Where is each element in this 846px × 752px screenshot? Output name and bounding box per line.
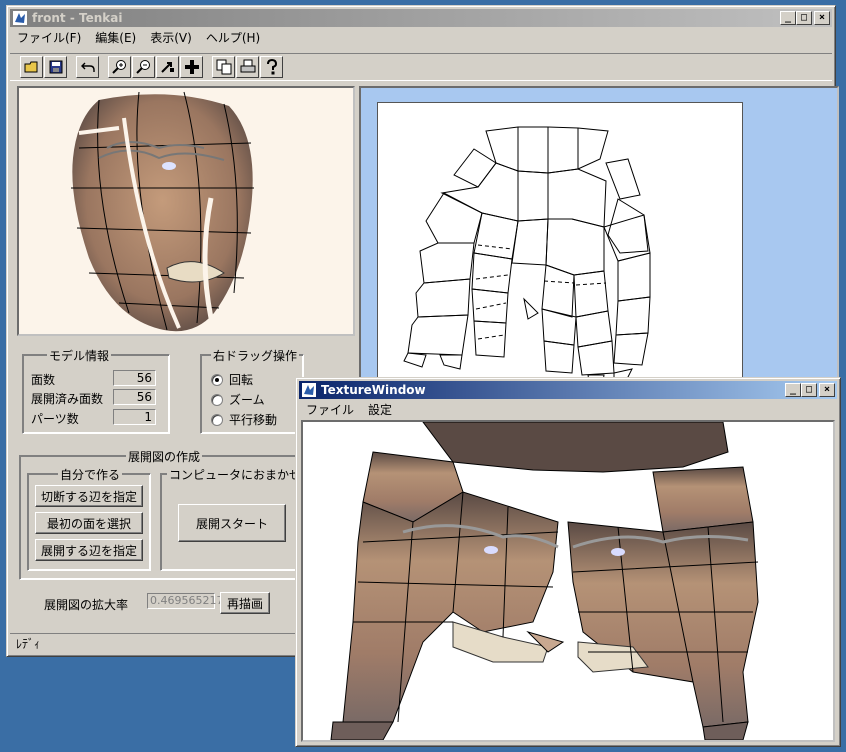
face-count-label: 面数 xyxy=(31,373,56,387)
unfold-pattern xyxy=(403,126,651,390)
part-count-value: 1 xyxy=(113,409,156,425)
minimize-button[interactable]: _ xyxy=(780,11,796,25)
texture-menubar: ファイル 設定 xyxy=(299,400,837,418)
texture-menu-settings[interactable]: 設定 xyxy=(361,401,399,418)
copy-icon[interactable] xyxy=(212,56,235,78)
cut-edge-button[interactable]: 切断する辺を指定 xyxy=(35,485,143,507)
radio-pan-dot[interactable] xyxy=(211,413,223,426)
unfold-2d-view[interactable] xyxy=(359,86,839,396)
texture-app-icon xyxy=(302,383,316,397)
menu-help[interactable]: ヘルプ(H) xyxy=(199,29,267,46)
part-count-label: パーツ数 xyxy=(31,412,79,426)
texture-window: TextureWindow _ □ × ファイル 設定 xyxy=(295,377,841,747)
radio-pan-label: 平行移動 xyxy=(229,413,278,427)
unfold-group-label: 展開図の作成 xyxy=(126,448,203,465)
menu-file[interactable]: ファイル(F) xyxy=(10,29,88,46)
face-count-value: 56 xyxy=(113,370,156,386)
texture-canvas[interactable] xyxy=(301,420,835,742)
radio-rotate-dot[interactable] xyxy=(211,373,223,386)
undo-icon[interactable] xyxy=(76,56,99,78)
radio-rotate[interactable]: 回転 xyxy=(211,371,253,388)
radio-zoom-dot[interactable] xyxy=(211,393,223,406)
texture-maximize-button[interactable]: □ xyxy=(801,383,817,397)
zoom-in-icon[interactable] xyxy=(108,56,131,78)
move-icon[interactable] xyxy=(156,56,179,78)
save-icon[interactable] xyxy=(44,56,67,78)
texture-window-title: TextureWindow xyxy=(321,383,426,397)
head-model xyxy=(71,91,254,332)
unfold-paper xyxy=(377,102,743,394)
help-icon[interactable] xyxy=(260,56,283,78)
open-icon[interactable] xyxy=(20,56,43,78)
status-text: ﾚﾃﾞｨ xyxy=(16,637,41,651)
texture-close-button[interactable]: × xyxy=(819,383,835,397)
redraw-button[interactable]: 再描画 xyxy=(220,592,270,614)
radio-rotate-label: 回転 xyxy=(229,373,254,387)
app-icon xyxy=(13,11,27,25)
main-titlebar[interactable]: front - Tenkai _ □ × xyxy=(10,9,832,27)
unfold-edge-button[interactable]: 展開する辺を指定 xyxy=(35,539,143,561)
menu-edit[interactable]: 編集(E) xyxy=(88,29,143,46)
close-button[interactable]: × xyxy=(814,11,830,25)
right-drag-label: 右ドラッグ操作 xyxy=(211,347,300,364)
radio-pan[interactable]: 平行移動 xyxy=(211,411,277,428)
grid-icon[interactable] xyxy=(180,56,203,78)
maximize-button[interactable]: □ xyxy=(796,11,812,25)
model-3d-view[interactable] xyxy=(17,86,355,336)
first-face-button[interactable]: 最初の面を選択 xyxy=(35,512,143,534)
unfolded-count-value: 56 xyxy=(113,389,156,405)
texture-titlebar[interactable]: TextureWindow _ □ × xyxy=(299,381,837,399)
auto-group-label: コンピュータにおまかせ xyxy=(167,466,304,483)
zoom-ratio-input[interactable]: 0.469565217 xyxy=(147,593,223,609)
radio-zoom-label: ズーム xyxy=(229,393,265,407)
main-menubar: ファイル(F) 編集(E) 表示(V) ヘルプ(H) xyxy=(10,28,832,46)
radio-zoom[interactable]: ズーム xyxy=(211,391,265,408)
model-info-label: モデル情報 xyxy=(47,347,112,364)
main-window-title: front - Tenkai xyxy=(32,11,123,25)
texture-menu-file[interactable]: ファイル xyxy=(299,401,361,418)
menu-view[interactable]: 表示(V) xyxy=(143,29,199,46)
unfolded-count-label: 展開済み面数 xyxy=(31,392,104,406)
zoom-out-icon[interactable] xyxy=(132,56,155,78)
texture-minimize-button[interactable]: _ xyxy=(785,383,801,397)
zoom-ratio-label: 展開図の拡大率 xyxy=(44,598,129,612)
manual-group-label: 自分で作る xyxy=(58,466,123,483)
main-toolbar xyxy=(10,53,832,81)
texture-unfold-image xyxy=(330,422,759,740)
unfold-start-button[interactable]: 展開スタート xyxy=(178,504,286,542)
print-icon[interactable] xyxy=(236,56,259,78)
